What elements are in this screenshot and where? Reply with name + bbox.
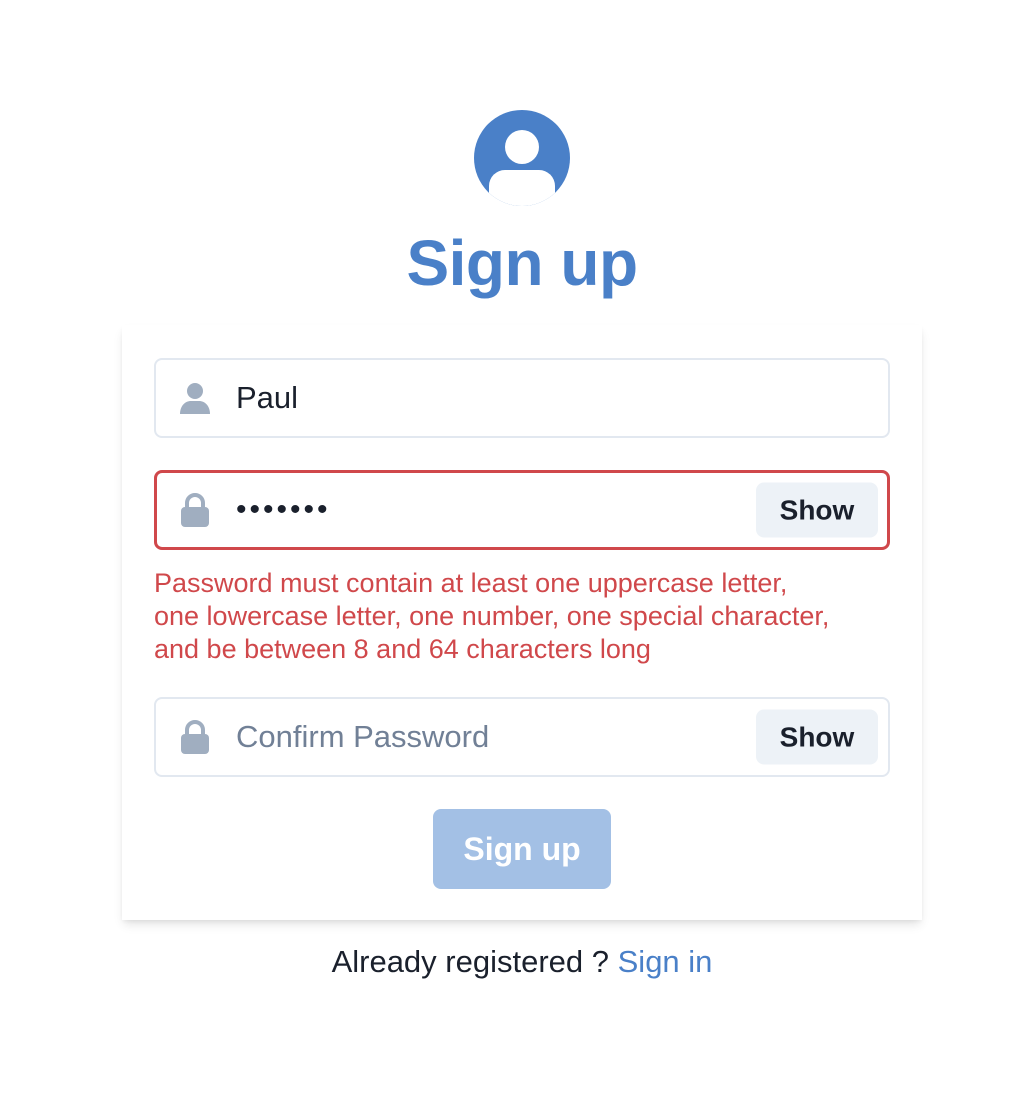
- user-icon: [177, 380, 213, 416]
- password-input[interactable]: [236, 473, 736, 547]
- signin-link[interactable]: Sign in: [618, 944, 713, 979]
- error-line: one lowercase letter, one number, one sp…: [154, 601, 830, 631]
- username-input[interactable]: [236, 360, 736, 436]
- confirm-password-input[interactable]: [236, 699, 736, 775]
- user-circle-icon: [473, 109, 571, 207]
- password-field: Show: [154, 470, 890, 550]
- lock-icon: [177, 719, 213, 755]
- page-title: Sign up: [406, 227, 638, 299]
- show-password-button[interactable]: Show: [756, 482, 878, 538]
- signup-submit-button[interactable]: Sign up: [433, 809, 611, 889]
- confirm-password-field: Show: [154, 697, 890, 777]
- error-line: Password must contain at least one upper…: [154, 568, 788, 598]
- signup-card: Show Password must contain at least one …: [122, 325, 922, 920]
- signin-prompt: Already registered ? Sign in: [0, 940, 1034, 984]
- header: Sign up: [0, 109, 1034, 301]
- lock-icon: [177, 492, 213, 528]
- password-error-message: Password must contain at least one upper…: [154, 567, 890, 666]
- show-confirm-password-button[interactable]: Show: [756, 709, 878, 765]
- signin-prompt-text: Already registered ?: [331, 944, 609, 979]
- username-field: [154, 358, 890, 438]
- error-line: and be between 8 and 64 characters long: [154, 634, 651, 664]
